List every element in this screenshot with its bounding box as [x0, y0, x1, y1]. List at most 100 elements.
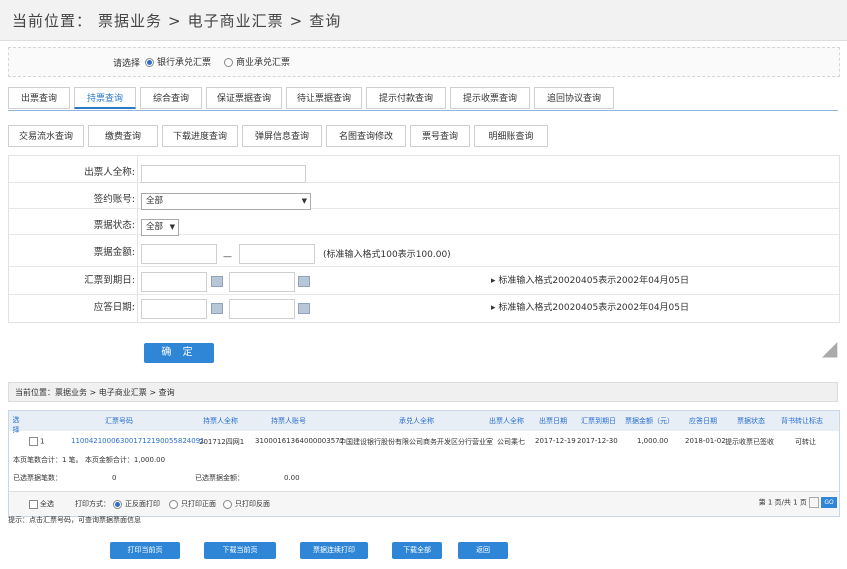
radio-print-front[interactable]: 只打印正面 [169, 499, 216, 509]
top-header: 当前位置： 票据业务 > 电子商业汇票 > 查询 [0, 0, 847, 41]
reply-date-to-input[interactable] [229, 299, 295, 319]
breadcrumb-item-bills[interactable]: 票据业务 [98, 12, 162, 30]
download-current-page-button[interactable]: 下载当前页 [204, 542, 276, 559]
radio-commercial-acceptance[interactable]: 商业承兑汇票 [224, 55, 290, 68]
pager-go-button[interactable]: GO [821, 497, 837, 508]
print-mode-label: 打印方式： [75, 500, 110, 508]
col-issue-date: 出票日期 [539, 417, 567, 425]
bill-type-label: 请选择 [113, 59, 141, 69]
selected-count: 已选票据笔数： 0 [13, 474, 117, 482]
amount-min-input[interactable] [141, 244, 217, 264]
subtab-bill-number[interactable]: 票号查询 [410, 125, 470, 147]
holder-name: 201712四网1 [199, 438, 245, 446]
col-amount: 票据金额（元） [625, 417, 674, 425]
radio-checked-icon [113, 499, 122, 509]
amount-label: 票据金额: [93, 247, 135, 258]
range-dash: — [223, 252, 232, 262]
calendar-icon[interactable] [298, 276, 310, 287]
tab-transfer-query[interactable]: 待让票据查询 [286, 87, 362, 109]
tab-holding-query[interactable]: 持票查询 [74, 87, 136, 109]
print-current-page-button[interactable]: 打印当前页 [110, 542, 180, 559]
side-arrow-icon[interactable]: ◢ [822, 336, 837, 360]
subtab-fee-query[interactable]: 缴费查询 [88, 125, 158, 147]
breadcrumb-sep: > [168, 12, 182, 30]
continuous-print-button[interactable]: 票据连续打印 [300, 542, 368, 559]
breadcrumb-sep: > [289, 12, 304, 30]
drawer-name-input[interactable] [141, 165, 306, 183]
confirm-button[interactable]: 确 定 [144, 343, 214, 363]
col-reply-date: 应答日期 [689, 417, 717, 425]
holder-account: 31000161364000003577 [255, 437, 345, 445]
query-form: 出票人全称: 签约账号: 全部 ▼ 票据状态: 全部 ▼ 票据金额: — (标准输入… [8, 155, 840, 323]
due-date-from-input[interactable] [141, 272, 207, 292]
subtab-ledger[interactable]: 明细账查询 [474, 125, 548, 147]
col-endorse: 背书转让标志 [781, 417, 823, 425]
drawer: 公司乘七 [497, 438, 525, 446]
subtab-name-edit[interactable]: 名图查询修改 [326, 125, 406, 147]
reply-date-label: 应答日期: [93, 302, 135, 313]
drawer-name-label: 出票人全称: [84, 167, 135, 178]
result-breadcrumb: 当前位置：票据业务 > 电子商业汇票 > 查询 [8, 382, 838, 402]
radio-unchecked-icon [224, 58, 233, 67]
status-label: 票据状态: [93, 220, 135, 231]
subtab-popup-info[interactable]: 弹屏信息查询 [242, 125, 322, 147]
account-label: 签约账号: [93, 194, 135, 205]
checkbox-icon [29, 437, 38, 446]
selected-amount: 已选票据金额： 0.00 [195, 474, 300, 482]
dropdown-arrow-icon: ▼ [169, 223, 175, 231]
main-tabs: 出票查询 持票查询 综合查询 保证票据查询 待让票据查询 提示付款查询 提示收票… [8, 87, 838, 109]
acceptor: 中国建设银行股份有限公司商务开发区分行营业室 [339, 438, 493, 446]
radio-print-both[interactable]: 正反面打印 [113, 499, 160, 509]
issue-date: 2017-12-19 [535, 437, 576, 445]
form-row-line [9, 294, 839, 295]
tab-underline [8, 110, 838, 111]
form-divider [137, 156, 138, 322]
amount-max-input[interactable] [239, 244, 315, 264]
calendar-icon[interactable] [211, 303, 223, 314]
due-date-to-input[interactable] [229, 272, 295, 292]
tab-issue-query[interactable]: 出票查询 [8, 87, 70, 109]
table-footer: 全选 打印方式： 正反面打印 只打印正面 只打印反面 第 1 页/共 1 页 G… [9, 491, 839, 516]
subtab-transaction-flow[interactable]: 交易流水查询 [8, 125, 84, 147]
calendar-icon[interactable] [298, 303, 310, 314]
tab-payment-prompt-query[interactable]: 提示付款查询 [366, 87, 446, 109]
radio-checked-icon [145, 58, 154, 67]
back-button[interactable]: 返回 [458, 542, 508, 559]
dropdown-arrow-icon: ▼ [301, 197, 307, 205]
breadcrumb-prefix: 当前位置： [12, 12, 93, 30]
reply-date-from-input[interactable] [141, 299, 207, 319]
col-due-date: 汇票到期日 [581, 417, 616, 425]
col-acceptor: 承兑人全称 [399, 417, 434, 425]
subtab-download-progress[interactable]: 下载进度查询 [162, 125, 238, 147]
radio-unchecked-icon [223, 499, 232, 509]
download-all-button[interactable]: 下载全部 [392, 542, 442, 559]
endorse-flag: 可转让 [795, 438, 816, 446]
radio-bank-acceptance[interactable]: 银行承兑汇票 [145, 55, 211, 68]
select-all-checkbox[interactable]: 全选 [29, 499, 54, 509]
page-breadcrumb: 当前位置： 票据业务 > 电子商业汇票 > 查询 [12, 10, 347, 31]
tab-combined-query[interactable]: 综合查询 [140, 87, 202, 109]
col-bill-no: 汇票号码 [105, 417, 133, 425]
result-tip: 提示：点击汇票号码，可查询票据票面信息 [8, 516, 141, 524]
row-checkbox[interactable]: 1 [29, 437, 44, 446]
tab-recourse-query[interactable]: 追回协议查询 [534, 87, 614, 109]
page-total: 本页笔数合计：1 笔。 本页金额合计：1,000.00 [13, 456, 166, 464]
breadcrumb-item-ecommerce-bill[interactable]: 电子商业汇票 [188, 12, 284, 30]
due-date-hint: ▸ 标准输入格式20020405表示2002年04月05日 [491, 276, 690, 286]
account-select[interactable]: 全部 ▼ [141, 193, 311, 210]
form-row-line [9, 266, 839, 267]
page-number-input[interactable] [809, 497, 819, 508]
table-header: 选择 汇票号码 持票人全称 持票人账号 承兑人全称 出票人全称 出票日期 汇票到… [9, 411, 839, 434]
due-date-label: 汇票到期日: [84, 275, 135, 286]
tab-receipt-prompt-query[interactable]: 提示收票查询 [450, 87, 530, 109]
calendar-icon[interactable] [211, 276, 223, 287]
checkbox-icon [29, 499, 38, 509]
amount: 1,000.00 [637, 437, 669, 445]
radio-print-back[interactable]: 只打印反面 [223, 499, 270, 509]
bill-no-link[interactable]: 110042100063001712190055824091 [71, 437, 205, 445]
tab-guarantee-query[interactable]: 保证票据查询 [206, 87, 282, 109]
col-holder-account: 持票人账号 [271, 417, 306, 425]
status: 提示收票已签收 [725, 438, 774, 446]
status-select[interactable]: 全部 ▼ [141, 219, 179, 236]
reply-date-hint: ▸ 标准输入格式20020405表示2002年04月05日 [491, 303, 690, 313]
